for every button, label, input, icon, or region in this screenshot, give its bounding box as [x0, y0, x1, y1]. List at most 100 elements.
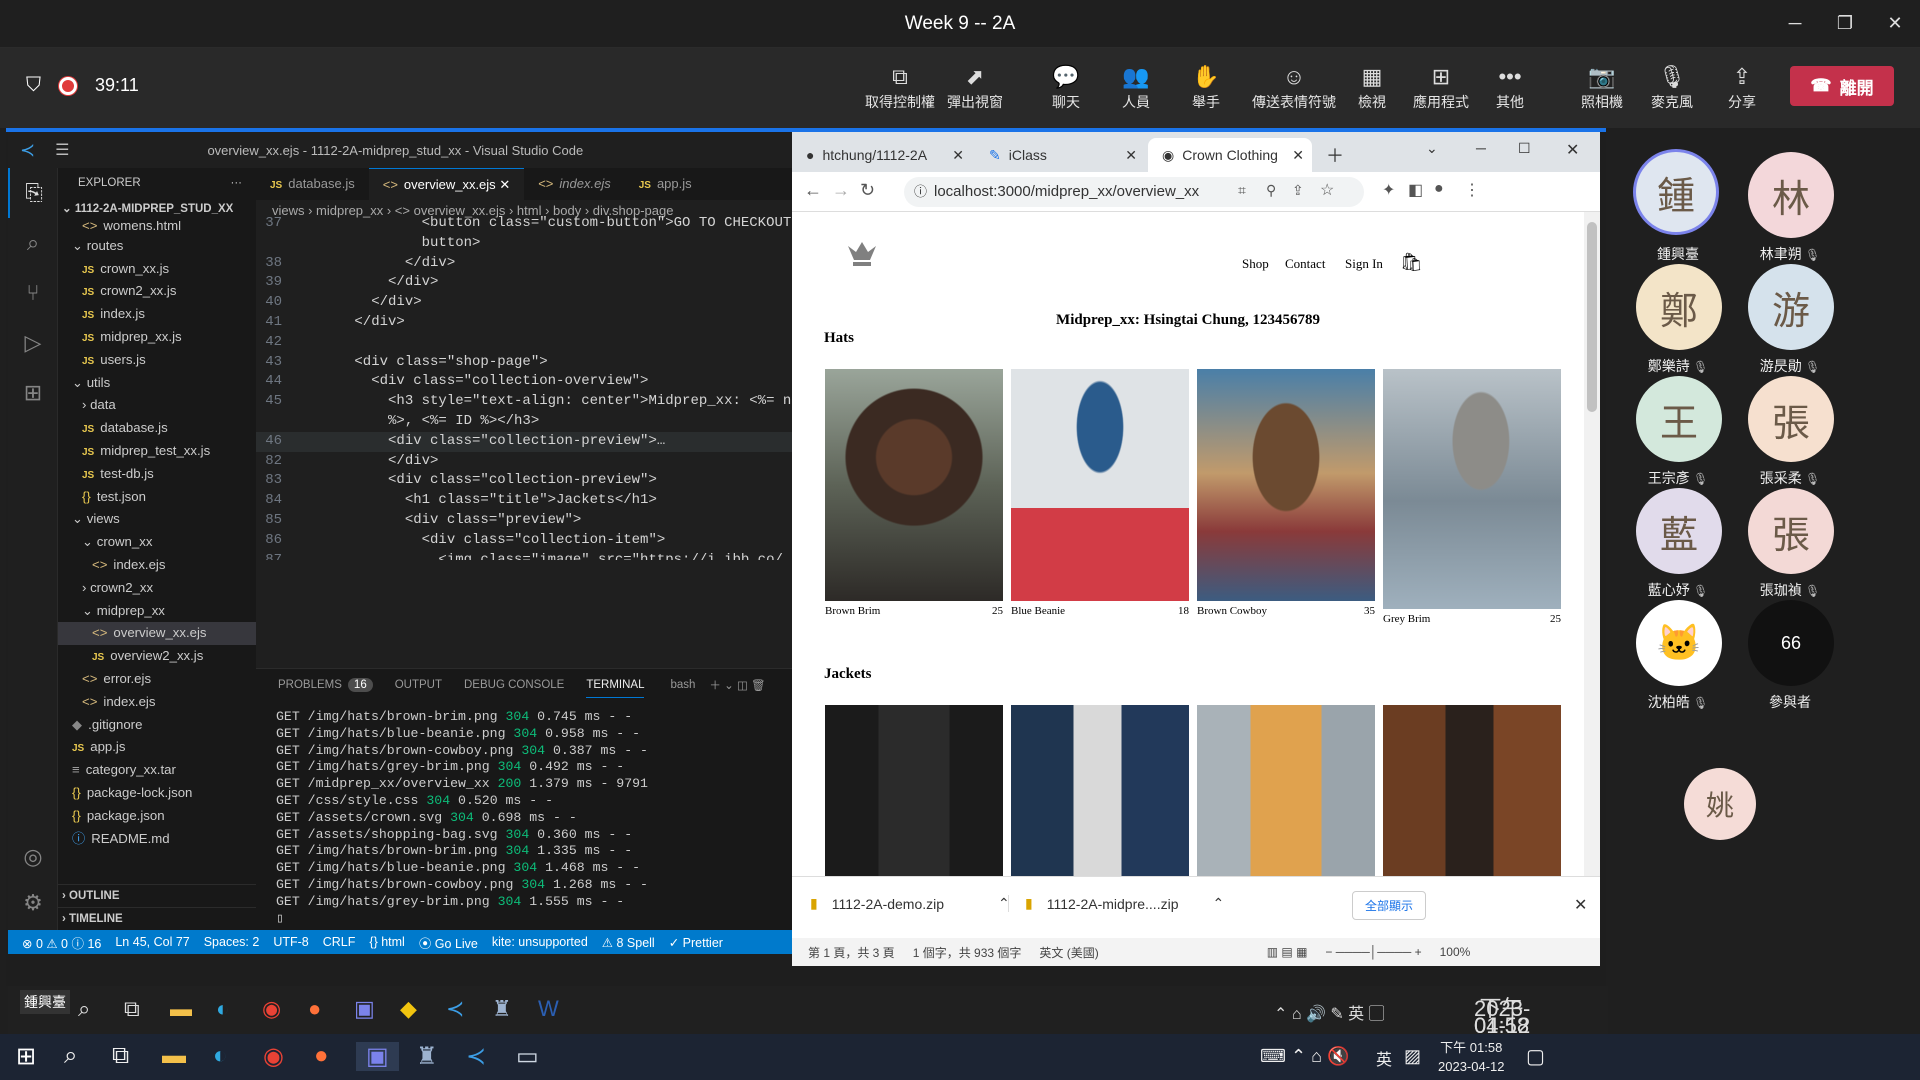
- extensions-icon[interactable]: ✦: [1382, 180, 1395, 200]
- zoom-slider[interactable]: − ────│──── +: [1325, 945, 1421, 959]
- close-tab-icon[interactable]: ✕: [1125, 147, 1137, 164]
- ime-pad-icon[interactable]: ▨: [1404, 1046, 1421, 1067]
- tree-item[interactable]: JS crown_xx.js: [58, 258, 256, 281]
- tab-iclass[interactable]: ✎ iClass ✕: [975, 138, 1145, 172]
- tree-item[interactable]: {} test.json: [58, 486, 256, 509]
- edge-icon[interactable]: ◐: [213, 1042, 228, 1070]
- chrome-icon[interactable]: ◉: [263, 1042, 284, 1071]
- chrome-menu-icon[interactable]: ⋮: [1464, 180, 1480, 200]
- task-view-icon[interactable]: ⧉: [112, 1042, 129, 1070]
- explorer-icon[interactable]: ⎘: [8, 168, 58, 218]
- snipping-tool-icon[interactable]: ▭: [516, 1042, 539, 1071]
- participant-avatar[interactable]: 66: [1748, 600, 1834, 686]
- status-problems[interactable]: ⊗ 0 ⚠ 0 ⓘ 16: [22, 933, 101, 952]
- tree-item-selected[interactable]: <> overview_xx.ejs: [58, 622, 256, 646]
- participant-avatar[interactable]: 游: [1748, 264, 1834, 350]
- translate-icon[interactable]: ⌗: [1238, 182, 1246, 199]
- workspace-root[interactable]: ⌄ 1112-2A-MIDPREP_STUD_XX: [58, 198, 256, 221]
- tree-item[interactable]: JS crown2_xx.js: [58, 280, 256, 303]
- download-item[interactable]: ▮ 1112-2A-demo.zip ⌃: [810, 895, 1010, 912]
- tree-folder[interactable]: › data: [58, 394, 256, 417]
- nav-shop[interactable]: Shop: [1242, 256, 1269, 272]
- show-all-button[interactable]: 全部顯示: [1352, 891, 1427, 920]
- share-button[interactable]: ⇪ 分享: [1704, 62, 1780, 112]
- collection-item[interactable]: [825, 705, 1003, 876]
- settings-icon[interactable]: ⚙: [8, 878, 58, 928]
- terminal-shell[interactable]: bash: [670, 679, 695, 691]
- people-button[interactable]: 👥 人員: [1098, 62, 1174, 112]
- tree-item[interactable]: JS overview2_xx.js: [58, 645, 256, 668]
- participant-avatar[interactable]: 張: [1748, 376, 1834, 462]
- tree-item[interactable]: <> index.ejs: [58, 691, 256, 714]
- postgres-icon[interactable]: ♜: [416, 1042, 438, 1071]
- raise-hand-button[interactable]: ✋ 舉手: [1168, 62, 1244, 112]
- tree-item[interactable]: <> error.ejs: [58, 668, 256, 691]
- take-control-button[interactable]: ⧉ 取得控制權: [862, 62, 938, 112]
- status-spaces[interactable]: Spaces: 2: [204, 935, 260, 949]
- vscode-icon[interactable]: ≺: [466, 1042, 486, 1071]
- source-control-icon[interactable]: ⑂: [8, 268, 58, 318]
- tree-item[interactable]: JS users.js: [58, 349, 256, 372]
- tree-folder[interactable]: › crown2_xx: [58, 577, 256, 600]
- view-button[interactable]: ▦ 檢視: [1334, 62, 1410, 112]
- tree-folder[interactable]: ⌄ midprep_xx: [58, 600, 256, 623]
- search-icon[interactable]: ⌕: [8, 218, 58, 268]
- close-tab-icon[interactable]: ✕: [1292, 147, 1304, 164]
- status-spell[interactable]: ⚠ 8 Spell: [602, 935, 655, 950]
- mic-button[interactable]: 🎙 麥克風: [1634, 62, 1710, 112]
- collection-item[interactable]: Brown Brim 25: [825, 369, 1003, 617]
- ime-indicator[interactable]: 英: [1376, 1046, 1392, 1070]
- minimize-icon[interactable]: ─: [1770, 0, 1820, 48]
- tab-github[interactable]: ● htchung/1112-2A ✕: [792, 138, 972, 172]
- collection-item[interactable]: [1197, 705, 1375, 876]
- tree-item[interactable]: {} package.json: [58, 805, 256, 828]
- maximize-icon[interactable]: ☐: [1518, 140, 1531, 157]
- word-language[interactable]: 英文 (美國): [1039, 944, 1098, 961]
- side-panel-icon[interactable]: ◧: [1408, 180, 1423, 200]
- tree-item[interactable]: JS midprep_xx.js: [58, 326, 256, 349]
- nav-sign-in[interactable]: Sign In: [1345, 256, 1383, 272]
- tab-index-ejs[interactable]: <> index.ejs: [524, 168, 625, 200]
- status-kite[interactable]: kite: unsupported: [492, 935, 588, 949]
- camera-button[interactable]: 📷 照相機: [1564, 62, 1640, 112]
- close-icon[interactable]: ✕: [1566, 140, 1579, 160]
- tree-item[interactable]: JS database.js: [58, 417, 256, 440]
- apps-button[interactable]: ⊞ 應用程式: [1403, 62, 1479, 112]
- more-button[interactable]: ••• 其他: [1472, 62, 1548, 112]
- status-encoding[interactable]: UTF-8: [273, 935, 308, 949]
- nav-contact[interactable]: Contact: [1285, 256, 1325, 272]
- tree-item[interactable]: JS index.js: [58, 303, 256, 326]
- zoom-icon[interactable]: ⚲: [1266, 182, 1276, 199]
- outline-section[interactable]: › OUTLINE: [58, 884, 256, 907]
- extensions-icon[interactable]: ⊞: [8, 368, 58, 418]
- tree-item[interactable]: JS app.js: [58, 736, 256, 759]
- participant-avatar[interactable]: 鄭: [1636, 264, 1722, 350]
- page-scrollbar[interactable]: [1584, 212, 1600, 876]
- close-tab-icon[interactable]: ✕: [499, 177, 510, 192]
- collection-item[interactable]: Blue Beanie 18: [1011, 369, 1189, 617]
- tree-item[interactable]: JS test-db.js: [58, 463, 256, 486]
- tree-folder[interactable]: ⌄ views: [58, 508, 256, 531]
- popout-button[interactable]: ⬈ 彈出視窗: [937, 62, 1013, 112]
- timeline-section[interactable]: › TIMELINE: [58, 907, 256, 930]
- tree-item[interactable]: ⓘ README.md: [58, 828, 256, 851]
- collection-item[interactable]: [1383, 705, 1561, 876]
- chevron-up-icon[interactable]: ⌃: [1212, 895, 1224, 912]
- tab-database-js[interactable]: JS database.js: [256, 168, 369, 200]
- code-editor[interactable]: JS database.js <> overview_xx.ejs ✕ <> inde…: [256, 168, 792, 668]
- tree-item[interactable]: ≡ category_xx.tar: [58, 759, 256, 782]
- participant-avatar[interactable]: 王: [1636, 376, 1722, 462]
- leave-button[interactable]: ☎ 離開: [1790, 66, 1894, 106]
- tab-output[interactable]: OUTPUT: [395, 679, 442, 691]
- tree-item[interactable]: <> index.ejs: [58, 554, 256, 577]
- run-debug-icon[interactable]: ▷: [8, 318, 58, 368]
- close-downloads-icon[interactable]: ✕: [1574, 895, 1587, 915]
- shopping-bag-icon[interactable]: 🛍: [1400, 252, 1423, 273]
- collection-item[interactable]: Brown Cowboy 35: [1197, 369, 1375, 617]
- profile-icon[interactable]: ●: [1434, 180, 1444, 198]
- tree-folder[interactable]: ⌄ utils: [58, 372, 256, 395]
- reload-icon[interactable]: ↻: [860, 180, 875, 201]
- tab-problems[interactable]: PROBLEMS: [278, 679, 342, 691]
- account-icon[interactable]: ◎: [8, 832, 58, 882]
- tab-terminal[interactable]: TERMINAL: [586, 679, 645, 698]
